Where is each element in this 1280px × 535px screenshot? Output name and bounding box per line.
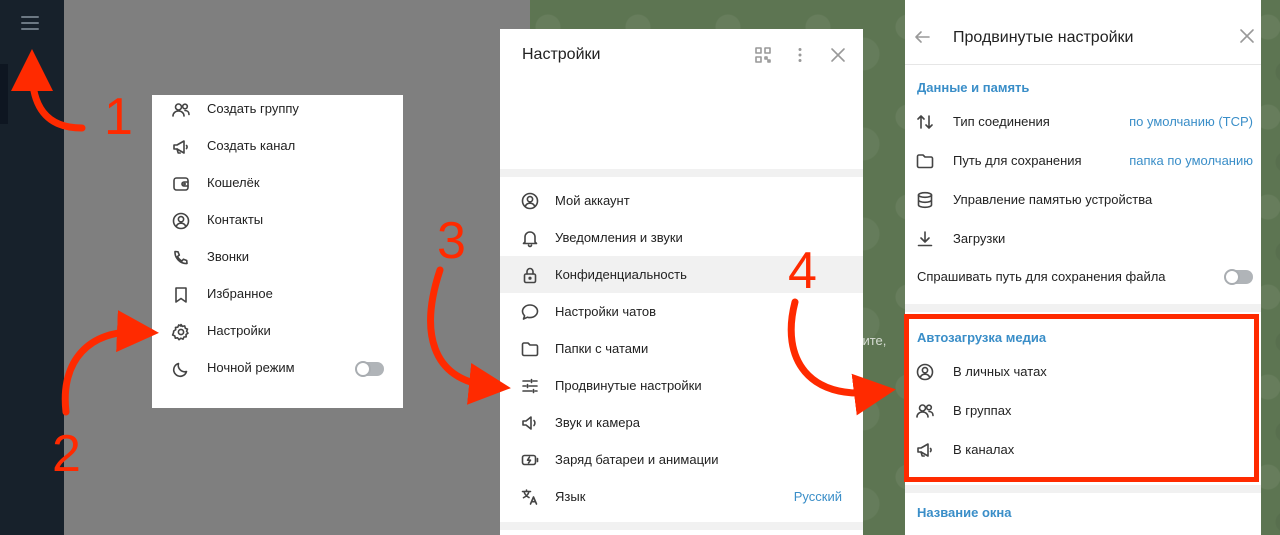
folder-icon: [521, 342, 539, 357]
menu-item-label: Ночной режим: [207, 360, 295, 375]
hamburger-menu-icon[interactable]: [21, 16, 39, 30]
divider: [905, 64, 1261, 65]
highlight-box: [904, 314, 1259, 482]
language-value: Русский: [793, 489, 842, 504]
close-icon[interactable]: [1239, 28, 1255, 44]
phone-icon: [174, 250, 188, 265]
advanced-item-label: Тип соединения: [953, 114, 1050, 129]
section-window-title: Название окна: [917, 505, 1012, 520]
advanced-item-label: Путь для сохранения: [953, 153, 1082, 168]
menu-item-label: Кошелёк: [207, 175, 260, 190]
settings-item-advanced[interactable]: Продвинутые настройки: [500, 367, 863, 404]
divider: [905, 304, 1261, 312]
menu-item-label: Создать канал: [207, 138, 296, 153]
download-path-item[interactable]: Путь для сохранения папка по умолчанию: [905, 142, 1261, 180]
lock-icon: [523, 267, 537, 284]
speaker-icon: [522, 416, 536, 430]
ask-path-item[interactable]: Спрашивать путь для сохранения файла: [905, 258, 1261, 296]
qr-code-icon[interactable]: [754, 46, 772, 64]
connection-type-item[interactable]: Тип соединения по умолчанию (TCP): [905, 103, 1261, 141]
settings-item-label: Язык: [555, 489, 586, 504]
ask-path-toggle[interactable]: [1224, 269, 1253, 285]
main-menu: Создать группу Создать канал Кошелёк Кон…: [152, 95, 403, 408]
menu-item-label: Контакты: [207, 212, 264, 227]
settings-item-label: Звук и камера: [555, 415, 640, 430]
folder-icon: [916, 154, 934, 169]
settings-item-language[interactable]: Язык Русский: [500, 478, 863, 515]
group-icon: [172, 103, 190, 117]
settings-item-folders[interactable]: Папки с чатами: [500, 330, 863, 367]
menu-item-night-mode[interactable]: Ночной режим: [152, 350, 403, 387]
annotation-number-3: 3: [437, 212, 466, 270]
ask-path-label: Спрашивать путь для сохранения файла: [917, 269, 1166, 284]
divider: [500, 522, 863, 530]
menu-item-contacts[interactable]: Контакты: [152, 202, 403, 239]
menu-item-saved[interactable]: Избранное: [152, 276, 403, 313]
storage-management-item[interactable]: Управление памятью устройства: [905, 181, 1261, 219]
divider: [905, 485, 1261, 493]
download-icon: [917, 231, 933, 247]
megaphone-icon: [173, 140, 188, 154]
connection-type-value: по умолчанию (TCP): [1129, 114, 1253, 129]
annotation-number-1: 1: [104, 88, 133, 146]
night-mode-toggle[interactable]: [355, 361, 384, 377]
menu-item-label: Настройки: [207, 323, 271, 338]
menu-item-label: Избранное: [207, 286, 273, 301]
menu-item-label: Звонки: [207, 249, 249, 264]
downloads-item[interactable]: Загрузки: [905, 220, 1261, 258]
gear-icon: [171, 323, 189, 341]
wallet-icon: [173, 177, 189, 191]
settings-item-label: Конфиденциальность: [555, 267, 687, 282]
contact-icon: [172, 212, 190, 230]
menu-item-create-group[interactable]: Создать группу: [152, 91, 403, 128]
menu-item-label: Создать группу: [207, 101, 299, 116]
section-data-memory: Данные и память: [917, 80, 1030, 95]
more-vertical-icon[interactable]: [791, 46, 809, 64]
settings-item-account[interactable]: Мой аккаунт: [500, 182, 863, 219]
download-path-value: папка по умолчанию: [1129, 153, 1253, 168]
settings-title: Настройки: [522, 46, 601, 63]
advanced-item-label: Загрузки: [953, 231, 1006, 246]
settings-item-label: Продвинутые настройки: [555, 378, 702, 393]
sliders-icon: [522, 378, 538, 394]
advanced-settings-title: Продвинутые настройки: [953, 29, 1134, 46]
arrows-updown-icon: [917, 115, 933, 129]
account-icon: [521, 192, 539, 210]
annotation-number-4: 4: [788, 242, 817, 300]
settings-item-label: Уведомления и звуки: [555, 230, 683, 245]
chat-bubble-icon: [521, 304, 539, 320]
database-icon: [917, 191, 933, 209]
menu-item-settings[interactable]: Настройки: [152, 313, 403, 350]
annotation-number-2: 2: [52, 425, 81, 483]
translate-icon: [521, 489, 538, 505]
menu-item-calls[interactable]: Звонки: [152, 239, 403, 276]
settings-item-label: Заряд батареи и анимации: [555, 452, 719, 467]
settings-item-label: Папки с чатами: [555, 341, 649, 356]
menu-item-wallet[interactable]: Кошелёк: [152, 165, 403, 202]
settings-item-sound-camera[interactable]: Звук и камера: [500, 404, 863, 441]
advanced-item-label: Управление памятью устройства: [953, 192, 1153, 207]
menu-item-create-channel[interactable]: Создать канал: [152, 128, 403, 165]
bell-icon: [522, 231, 538, 248]
bookmark-icon: [175, 287, 187, 303]
battery-icon: [521, 454, 539, 466]
divider: [500, 169, 863, 177]
settings-item-label: Настройки чатов: [555, 304, 657, 319]
settings-item-label: Мой аккаунт: [555, 193, 630, 208]
close-icon[interactable]: [829, 46, 847, 64]
settings-item-battery[interactable]: Заряд батареи и анимации: [500, 441, 863, 478]
sidebar-accent: [0, 64, 8, 124]
moon-icon: [172, 362, 188, 378]
back-arrow-icon[interactable]: [913, 28, 931, 46]
